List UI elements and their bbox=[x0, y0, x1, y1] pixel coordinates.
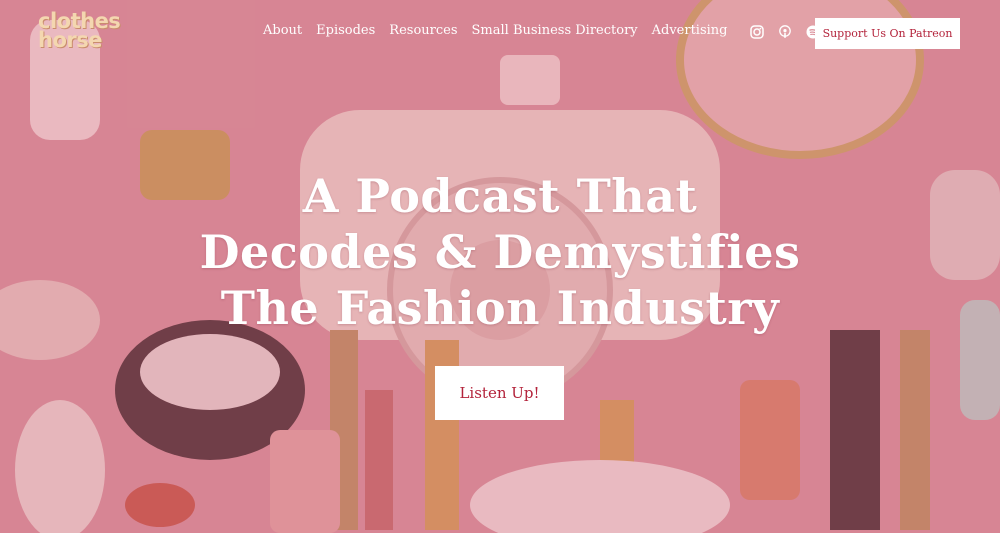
nav-item-about[interactable]: About bbox=[263, 23, 302, 38]
apple-podcasts-icon[interactable] bbox=[778, 24, 792, 38]
nav-item-episodes[interactable]: Episodes bbox=[316, 23, 375, 38]
page: clothes horse About Episodes Resources S… bbox=[0, 0, 1000, 533]
hero-title-line-2: Decodes & Demystifies bbox=[199, 225, 801, 279]
main-nav: About Episodes Resources Small Business … bbox=[263, 23, 848, 39]
hero-title-line-3: The Fashion Industry bbox=[220, 281, 780, 335]
listen-up-button[interactable]: Listen Up! bbox=[435, 366, 564, 420]
hero-title: A Podcast That Decodes & Demystifies The… bbox=[100, 168, 900, 336]
support-patreon-button[interactable]: Support Us On Patreon bbox=[815, 18, 960, 49]
nav-item-advertising[interactable]: Advertising bbox=[652, 23, 728, 38]
site-logo[interactable]: clothes horse bbox=[38, 11, 128, 58]
nav-item-resources[interactable]: Resources bbox=[389, 23, 457, 38]
hero-title-line-1: A Podcast That bbox=[302, 169, 698, 223]
instagram-icon[interactable] bbox=[749, 24, 764, 39]
logo-line-2: horse bbox=[38, 28, 102, 52]
nav-item-small-business-directory[interactable]: Small Business Directory bbox=[472, 23, 638, 38]
site-header: clothes horse About Episodes Resources S… bbox=[0, 0, 1000, 70]
